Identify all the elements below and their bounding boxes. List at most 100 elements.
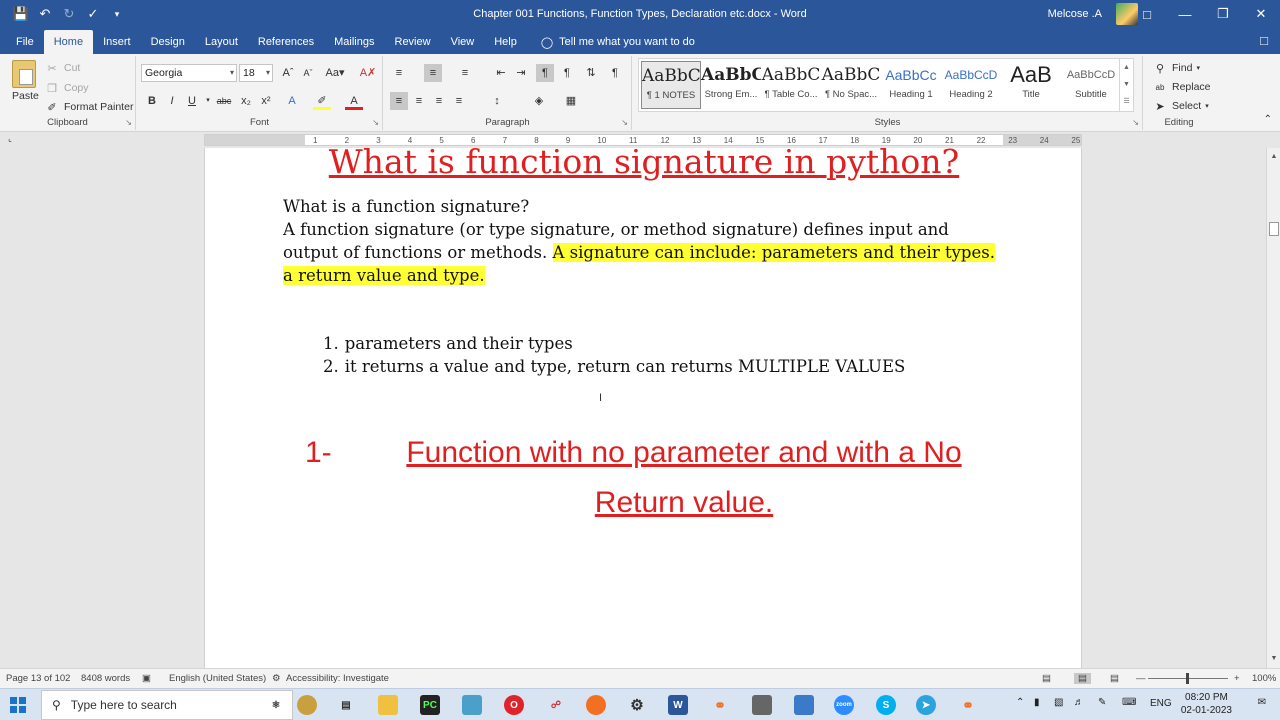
strikethrough-button[interactable]: abc	[215, 92, 233, 110]
windows-start-icon[interactable]	[10, 697, 26, 713]
close-button[interactable]: ✕	[1242, 0, 1280, 28]
font-size-select[interactable]: 18 ▾	[239, 64, 273, 82]
pycharm-icon[interactable]: PC	[420, 695, 440, 715]
tab-references[interactable]: References	[248, 30, 324, 54]
style-strong-emphasis[interactable]: AaBbC Strong Em...	[701, 61, 761, 109]
change-case-icon[interactable]: Aa▾	[323, 64, 347, 82]
horizontal-ruler[interactable]: 1 2 3 4 5 6 7 8 9 10 11 12 13 14 15 16 17 18 19 20 21 22 23 24 2…	[204, 134, 1082, 146]
scroll-down-icon[interactable]: ▼	[1267, 652, 1280, 666]
paint-icon[interactable]: ☍	[546, 695, 566, 715]
ribbon-display-options-icon[interactable]: □	[1128, 0, 1166, 28]
clipboard-launcher-icon[interactable]: ↘	[125, 118, 132, 127]
anaconda-prompt-icon[interactable]	[752, 695, 772, 715]
scroll-up-icon[interactable]: ▲	[1267, 150, 1280, 164]
bold-button[interactable]: B	[143, 92, 161, 110]
tab-file[interactable]: File	[6, 30, 44, 54]
borders-icon[interactable]: ▦	[562, 92, 580, 110]
keyboard-icon[interactable]: ⌨	[1122, 697, 1136, 708]
style-no-spacing[interactable]: AaBbC ¶ No Spac...	[821, 61, 881, 109]
tell-me-box[interactable]: ◯ Tell me what you want to do	[527, 30, 695, 54]
task-view-icon[interactable]: ▤	[336, 695, 356, 715]
numbering-icon[interactable]: ≡	[424, 64, 442, 82]
style-table-contents[interactable]: AaBbC ¶ Table Co...	[761, 61, 821, 109]
notepad-icon[interactable]	[462, 695, 482, 715]
align-right-icon[interactable]: ≡	[430, 92, 448, 110]
battery-icon[interactable]: ▮	[1034, 697, 1040, 708]
tab-layout[interactable]: Layout	[195, 30, 248, 54]
tab-help[interactable]: Help	[484, 30, 527, 54]
user-name[interactable]: Melcose .A	[1048, 8, 1102, 20]
multilevel-list-icon[interactable]: ≡	[456, 64, 474, 82]
ltr-icon[interactable]: ¶	[536, 64, 554, 82]
paste-button[interactable]: Paste	[12, 90, 39, 102]
jupyter-icon[interactable]: ⚭	[710, 695, 730, 715]
network-app-icon[interactable]	[794, 695, 814, 715]
superscript-button[interactable]: x²	[257, 92, 275, 110]
tab-home[interactable]: Home	[43, 30, 94, 54]
web-layout-icon[interactable]: ▤	[1110, 673, 1119, 684]
tab-review[interactable]: Review	[385, 30, 441, 54]
opera-icon[interactable]: O	[504, 695, 524, 715]
clear-formatting-icon[interactable]: A✗	[359, 64, 377, 82]
increase-indent-icon[interactable]: ⇥	[512, 64, 530, 82]
chevron-down-icon[interactable]: ▼	[1120, 76, 1133, 93]
tab-insert[interactable]: Insert	[93, 30, 141, 54]
bullets-icon[interactable]: ≡	[390, 64, 408, 82]
word-count[interactable]: 8408 words	[81, 673, 130, 684]
settings-icon[interactable]: ⚙	[627, 695, 647, 715]
rtl-icon[interactable]: ¶	[558, 64, 576, 82]
scroll-thumb[interactable]	[1269, 222, 1279, 236]
taskbar-search[interactable]: ⚲ Type here to search	[41, 690, 293, 720]
firefox-icon[interactable]	[586, 695, 606, 715]
volume-icon[interactable]: ♬	[1074, 697, 1084, 708]
style-title[interactable]: AaB Title	[1001, 61, 1061, 109]
text-effects-icon[interactable]: A	[283, 92, 301, 110]
font-launcher-icon[interactable]: ↘	[372, 118, 379, 127]
italic-button[interactable]: I	[163, 92, 181, 110]
tab-view[interactable]: View	[441, 30, 485, 54]
show-marks-icon[interactable]: ¶	[606, 64, 624, 82]
decrease-indent-icon[interactable]: ⇤	[492, 64, 510, 82]
cortana-avatar-icon[interactable]	[297, 695, 317, 715]
pen-icon[interactable]: ✎	[1098, 697, 1106, 708]
zoom-out-icon[interactable]: —	[1136, 673, 1146, 684]
document-page[interactable]: What is function signature in python? Wh…	[204, 148, 1082, 668]
align-left-icon[interactable]: ≡	[390, 92, 408, 110]
notifications-icon[interactable]: ✉	[1258, 697, 1266, 708]
jupyter-notebook-icon[interactable]: ⚭	[958, 695, 978, 715]
shading-icon[interactable]: ◈	[530, 92, 548, 110]
customize-qat-icon[interactable]: ▾	[106, 3, 128, 25]
font-name-select[interactable]: Georgia ▾	[141, 64, 237, 82]
tab-selector-icon[interactable]: ⌞	[4, 134, 16, 146]
proofing-icon[interactable]: ▣	[142, 673, 151, 684]
comments-icon[interactable]: □	[1260, 33, 1268, 48]
spelling-icon[interactable]: ✓	[82, 3, 104, 25]
styles-launcher-icon[interactable]: ↘	[1132, 118, 1139, 127]
styles-scroll[interactable]: ▲ ▼ ☰	[1119, 59, 1133, 111]
copy-button[interactable]: ❐ Copy	[44, 80, 88, 96]
zoom-in-icon[interactable]: +	[1234, 673, 1240, 684]
maximize-button[interactable]: ❐	[1204, 0, 1242, 28]
print-layout-icon[interactable]: ▤	[1074, 673, 1091, 684]
file-explorer-icon[interactable]	[378, 695, 398, 715]
grow-font-icon[interactable]: Aˆ	[279, 64, 297, 82]
select-button[interactable]: ➤ Select ▾	[1152, 98, 1208, 114]
align-center-icon[interactable]: ≡	[410, 92, 428, 110]
more-styles-icon[interactable]: ☰	[1120, 93, 1133, 110]
zoom-slider-thumb[interactable]	[1186, 673, 1189, 684]
justify-icon[interactable]: ≡	[450, 92, 468, 110]
telegram-icon[interactable]: ➤	[916, 695, 936, 715]
cut-button[interactable]: ✂ Cut	[44, 60, 80, 76]
style-heading-2[interactable]: AaBbCcD Heading 2	[941, 61, 1001, 109]
system-clock[interactable]: 08:20 PM 02-01-2023	[1181, 691, 1232, 717]
tray-chevron-icon[interactable]: ⌃	[1016, 697, 1024, 708]
highlight-color-icon[interactable]: ✐	[313, 92, 331, 110]
tab-design[interactable]: Design	[141, 30, 195, 54]
network-icon[interactable]: ▧	[1054, 697, 1063, 708]
style-heading-1[interactable]: AaBbCc Heading 1	[881, 61, 941, 109]
page-count[interactable]: Page 13 of 102	[6, 673, 70, 684]
zoom-level[interactable]: 100%	[1252, 673, 1276, 684]
style-subtitle[interactable]: AaBbCcD Subtitle	[1061, 61, 1121, 109]
paragraph-launcher-icon[interactable]: ↘	[621, 118, 628, 127]
language[interactable]: English (United States)	[169, 673, 266, 684]
